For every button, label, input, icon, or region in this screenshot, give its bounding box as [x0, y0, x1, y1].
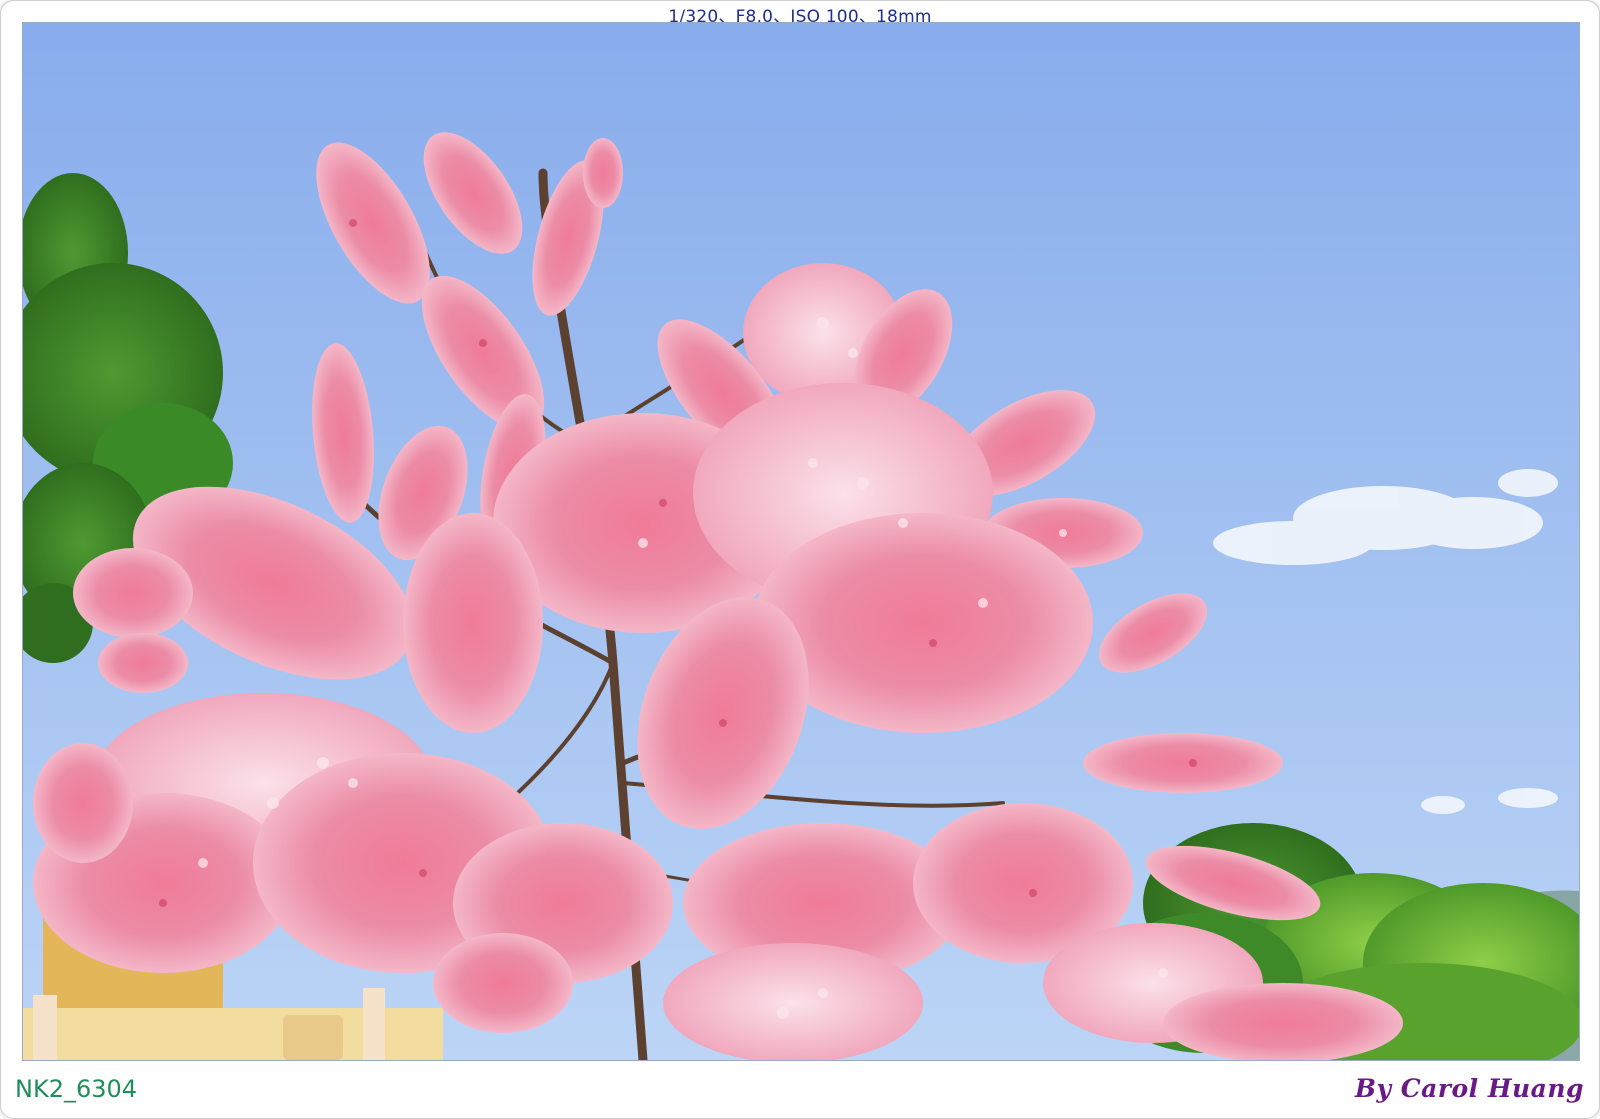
photo	[22, 22, 1580, 1061]
photographer-credit: By Carol Huang	[1354, 1074, 1584, 1103]
blossom-tree-scene	[23, 23, 1579, 1060]
file-id-label: NK2_6304	[15, 1075, 138, 1103]
